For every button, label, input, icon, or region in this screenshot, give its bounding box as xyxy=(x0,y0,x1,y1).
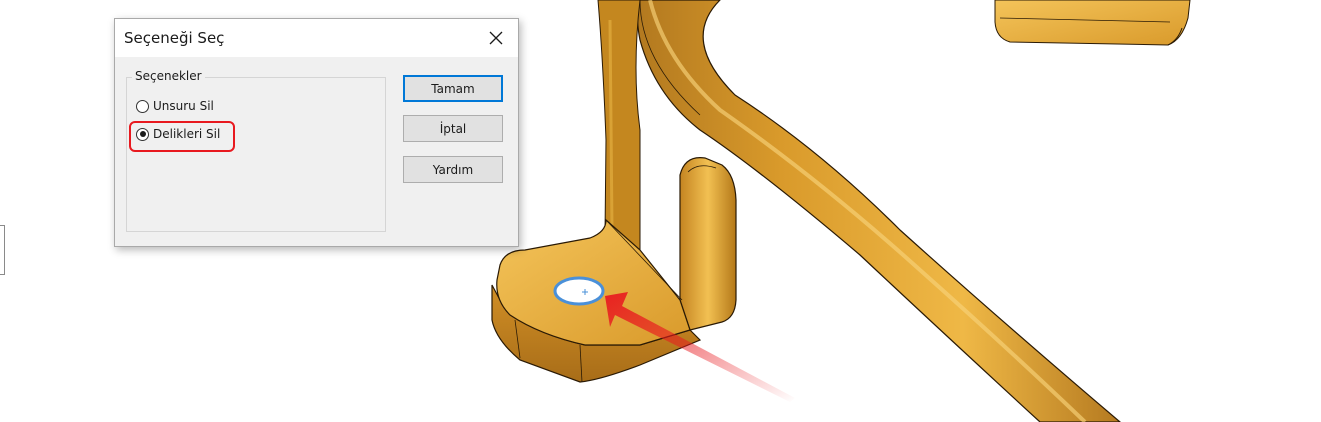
side-panel-edge xyxy=(0,225,5,275)
radio-label-delete-feature: Unsuru Sil xyxy=(153,99,214,113)
dialog-title: Seçeneği Seç xyxy=(124,29,225,47)
close-button[interactable] xyxy=(474,19,518,57)
ok-button[interactable]: Tamam xyxy=(403,75,503,102)
annotation-highlight xyxy=(129,121,235,152)
vertical-post xyxy=(597,0,641,251)
close-icon xyxy=(489,31,503,45)
radio-delete-feature[interactable]: Unsuru Sil xyxy=(136,97,214,115)
radio-button[interactable] xyxy=(136,99,149,113)
selected-hole xyxy=(553,276,605,306)
curved-arm xyxy=(598,0,1121,422)
support-rib xyxy=(679,157,737,331)
select-option-dialog: Seçeneği Seç Seçenekler Unsuru Sil Delik… xyxy=(114,18,519,247)
cad-viewport[interactable]: Seçeneği Seç Seçenekler Unsuru Sil Delik… xyxy=(0,0,1321,422)
help-button[interactable]: Yardım xyxy=(403,156,503,183)
cancel-button[interactable]: İptal xyxy=(403,115,503,142)
upper-block xyxy=(994,0,1191,46)
dialog-titlebar[interactable]: Seçeneği Seç xyxy=(115,19,518,57)
options-group-label: Seçenekler xyxy=(132,69,205,83)
